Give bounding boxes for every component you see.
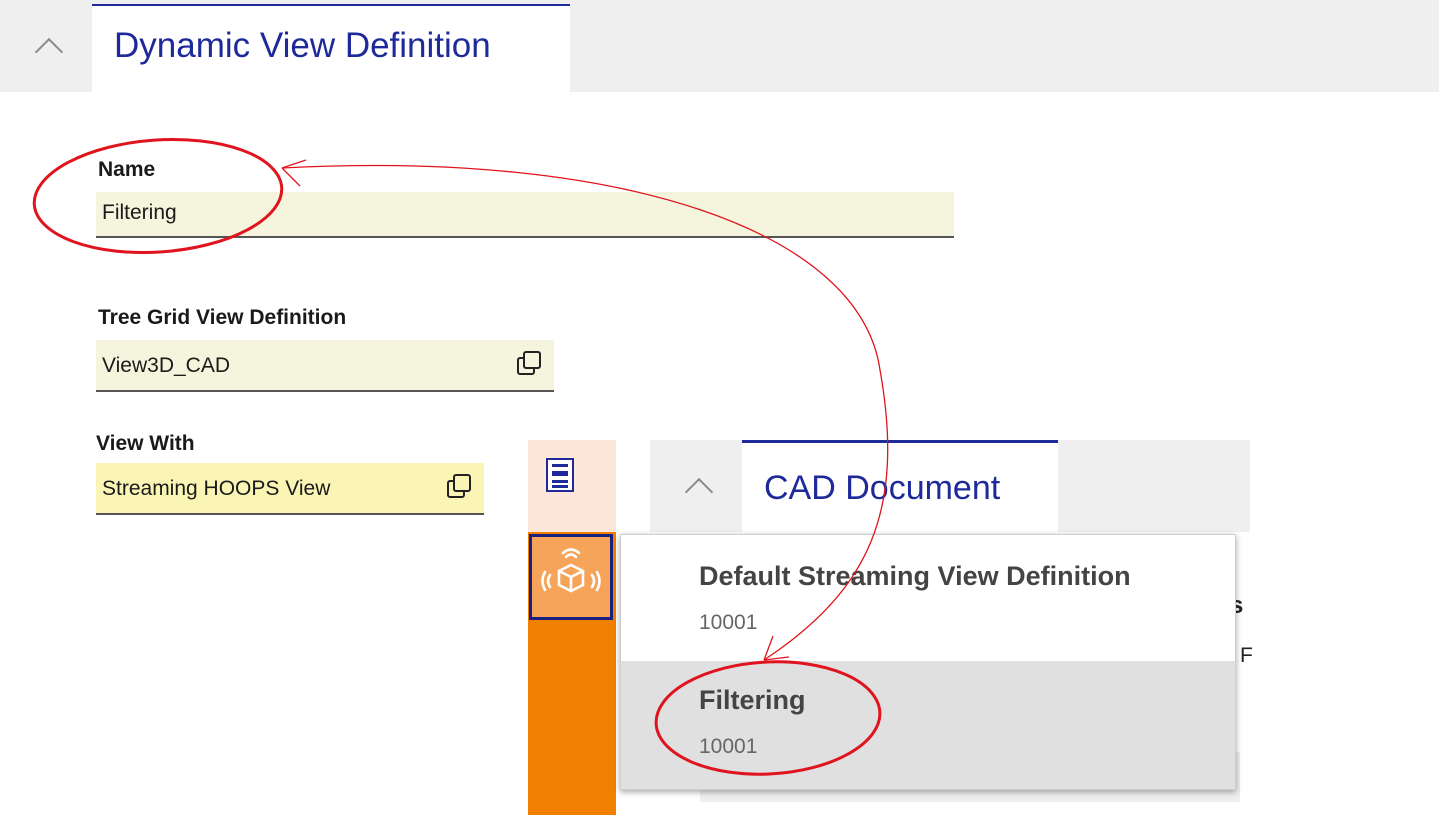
tree-grid-view-definition-label: Tree Grid View Definition — [98, 306, 347, 329]
streaming-cube-icon — [541, 548, 601, 593]
view-with-label: View With — [96, 432, 195, 455]
annotation-arrowhead-top — [281, 159, 307, 187]
name-value: Filtering — [102, 201, 177, 224]
name-field[interactable]: Filtering — [96, 192, 954, 238]
partial-value: F — [1240, 644, 1253, 667]
dropdown-option[interactable]: Default Streaming View Definition 10001 — [621, 535, 1235, 661]
cad-document-title: CAD Document — [764, 469, 1001, 507]
form-icon[interactable] — [546, 458, 574, 492]
tab-dynamic-view-definition[interactable]: Dynamic View Definition — [92, 4, 570, 92]
name-label: Name — [98, 158, 156, 181]
tree-grid-view-definition-field[interactable]: View3D_CAD — [96, 340, 554, 392]
page-title: Dynamic View Definition — [114, 26, 491, 65]
copy-icon[interactable] — [517, 351, 541, 375]
dropdown-option-selected[interactable]: Filtering 10001 — [621, 661, 1235, 789]
streaming-cube-button[interactable] — [529, 534, 613, 620]
view-definition-dropdown: Default Streaming View Definition 10001 … — [620, 534, 1236, 790]
view-with-value: Streaming HOOPS View — [102, 477, 331, 500]
copy-icon[interactable] — [447, 474, 471, 498]
option-number: 10001 — [699, 735, 758, 758]
view-with-field[interactable]: Streaming HOOPS View — [96, 463, 484, 515]
option-name: Default Streaming View Definition — [699, 561, 1131, 591]
option-number: 10001 — [699, 611, 758, 634]
tree-grid-value: View3D_CAD — [102, 354, 230, 377]
option-name: Filtering — [699, 685, 806, 715]
tab-cad-document[interactable]: CAD Document — [742, 440, 1058, 532]
